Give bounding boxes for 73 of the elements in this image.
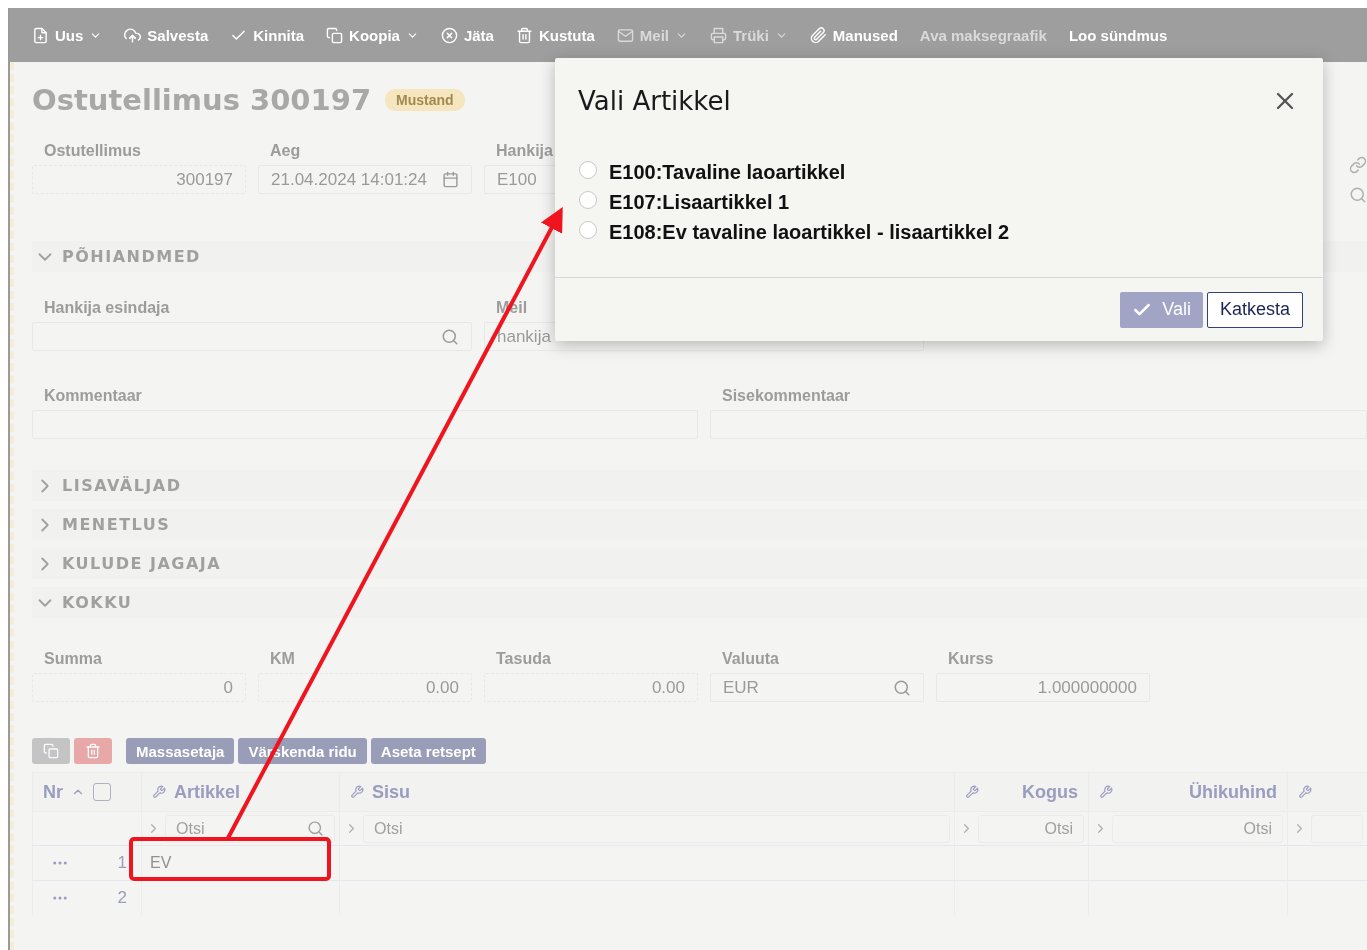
toolbar-button[interactable]: Kinnita [230, 26, 305, 44]
wrench-icon[interactable] [965, 785, 979, 799]
wrench-icon[interactable] [152, 785, 166, 799]
input-field[interactable] [32, 322, 472, 351]
input-field[interactable]: 0.00 [258, 673, 472, 702]
x-circle-icon [440, 26, 458, 44]
action-button[interactable]: Aseta retsept [370, 738, 486, 764]
dialog-title: Vali Artikkel [578, 86, 731, 116]
input-field[interactable]: EUR [710, 673, 924, 702]
action-button[interactable]: Massasetaja [126, 738, 235, 764]
upload-cloud-icon [124, 26, 142, 44]
radio-option[interactable]: E107:Lisaartikkel 1 [579, 192, 1323, 213]
toolbar-button[interactable]: Koopia [326, 26, 419, 44]
search-icon[interactable] [893, 678, 911, 697]
wrench-icon[interactable] [1099, 785, 1113, 799]
page-title: Ostutellimus 300197 [32, 83, 372, 117]
field-label: Valuuta [721, 650, 780, 669]
copy-icon [43, 743, 59, 759]
field-label: Kommentaar [43, 387, 143, 406]
input-field[interactable] [32, 410, 698, 439]
trash-icon [85, 743, 101, 759]
trash-icon [515, 26, 533, 44]
table-cell[interactable]: EV [141, 845, 339, 880]
input-field[interactable]: 21.04.2024 14:01:24 [258, 165, 472, 194]
input-field[interactable]: 0 [32, 673, 246, 702]
checkbox[interactable] [93, 783, 111, 801]
table-cell: 1 [32, 845, 141, 880]
radio-button[interactable] [579, 220, 597, 239]
paperclip-icon [809, 26, 827, 44]
ok-button[interactable]: Vali [1120, 291, 1203, 328]
field-label: Aeg [269, 142, 302, 161]
wrench-icon[interactable] [1298, 785, 1312, 799]
filter-field[interactable]: Otsi [1112, 814, 1283, 843]
filter-field[interactable]: Otsi [978, 814, 1084, 843]
table-cell[interactable] [141, 880, 339, 915]
field-label: KM [269, 650, 296, 669]
calendar-icon[interactable] [442, 171, 459, 188]
filter-field[interactable]: Otsi [363, 814, 950, 843]
field-label: Tasuda [495, 650, 552, 669]
cancel-button[interactable]: Katkesta [1206, 291, 1303, 328]
radio-button[interactable] [579, 160, 597, 179]
filter-field[interactable]: Otsi [165, 814, 335, 843]
new-document-icon [32, 26, 49, 44]
search-icon[interactable] [1349, 186, 1367, 204]
search-icon [307, 820, 324, 837]
toolbar-button[interactable]: Manused [809, 26, 898, 44]
printer-icon [710, 26, 727, 44]
field-label: Sisekommentaar [721, 387, 852, 406]
toolbar-button[interactable]: Kustuta [515, 26, 595, 44]
copy-button[interactable] [32, 738, 70, 764]
envelope-icon [616, 26, 634, 44]
field-label: Summa [43, 650, 103, 669]
link-icon[interactable] [1349, 156, 1367, 174]
radio-button[interactable] [579, 190, 597, 209]
toolbar-button[interactable]: Jäta [440, 26, 494, 44]
search-icon[interactable] [441, 327, 459, 346]
field-label: Hankija [495, 142, 554, 161]
radio-option[interactable]: E100:Tavaline laoartikkel [579, 162, 1323, 183]
toolbar-button[interactable]: Salvesta [124, 26, 209, 44]
toolbar-button[interactable]: Loo sündmus [1068, 26, 1168, 44]
field-label: Hankija esindaja [43, 299, 171, 318]
table-cell: 2 [32, 880, 141, 915]
input-field[interactable]: 300197 [32, 165, 246, 194]
toolbar-button[interactable]: Uus [32, 26, 103, 44]
input-field[interactable]: 1.000000000 [936, 673, 1150, 702]
copy-icon [326, 26, 344, 44]
input-field[interactable]: 0.00 [484, 673, 698, 702]
radio-option[interactable]: E108:Ev tavaline laoartikkel - lisaartikkel 2 [579, 222, 1323, 243]
status-badge: Mustand [385, 89, 465, 111]
field-label: Kurss [947, 650, 995, 669]
field-label: Ostutellimus [43, 142, 142, 161]
wrench-icon[interactable] [350, 785, 364, 799]
delete-button[interactable] [74, 738, 112, 764]
